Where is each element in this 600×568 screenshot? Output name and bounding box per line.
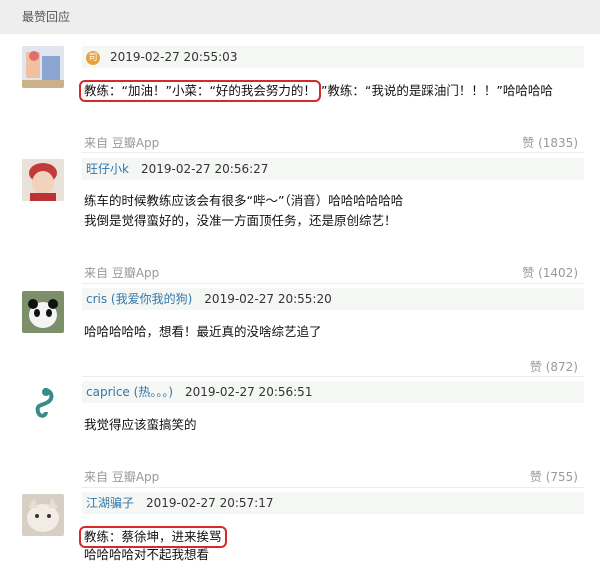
avatar[interactable] xyxy=(22,46,64,88)
comment-meta: 江湖骗子 2019-02-27 20:57:17 xyxy=(82,492,584,514)
comment-source: 来自 豆瓣App xyxy=(84,136,160,150)
comment-meta: 司 2019-02-27 20:55:03 xyxy=(82,46,584,68)
comment-text: 我觉得应该蛮搞笑的 xyxy=(84,417,197,432)
comment-text: 练车的时候教练应该会有很多“哔～”（消音）哈哈哈哈哈哈 xyxy=(84,193,404,208)
comment-text: 教练：蔡徐坤，进来挨骂 xyxy=(79,526,227,548)
avatar-image-icon xyxy=(22,494,64,536)
divider xyxy=(82,376,584,377)
comment-meta: caprice (热。。。) 2019-02-27 20:56:51 xyxy=(82,381,584,403)
comment-text-rest: ”教练：“我说的是踩油门！！！”哈哈哈哈 xyxy=(320,83,553,98)
comment-time: 2019-02-27 20:57:17 xyxy=(146,496,274,510)
section-header: 最赞回应 xyxy=(0,0,600,34)
section-title: 最赞回应 xyxy=(22,10,71,24)
avatar-image-icon xyxy=(22,159,64,201)
like-button[interactable]: 赞 (1402) xyxy=(522,264,578,281)
like-button[interactable]: 赞 (1835) xyxy=(522,134,578,151)
comment-text: 哈哈哈哈对不起我想看 xyxy=(84,547,210,562)
username-link[interactable]: 江湖骗子 xyxy=(86,496,134,510)
comment-source: 来自 豆瓣App xyxy=(84,266,160,280)
comment-time: 2019-02-27 20:56:27 xyxy=(140,162,269,176)
highlight-box: 教练：蔡徐坤，进来挨骂 xyxy=(79,526,227,548)
username-link[interactable]: cris (我爱你我的狗) xyxy=(86,292,192,306)
like-button[interactable]: 赞 (872) xyxy=(530,358,578,375)
username-link[interactable]: 旺仔小k xyxy=(86,162,129,176)
divider xyxy=(82,487,584,488)
comment-text: 教练：“加油！”小菜：“好的我会努力的！ ”教练：“我说的是踩油门！！！”哈哈哈哈 xyxy=(79,80,553,102)
comment-text-highlighted: 教练：“加油！”小菜：“好的我会努力的！ xyxy=(84,83,316,98)
comment-time: 2019-02-27 20:55:03 xyxy=(110,50,238,64)
avatar-image-icon xyxy=(22,382,64,424)
highlight-box: 教练：“加油！”小菜：“好的我会努力的！ xyxy=(79,80,321,102)
comment-text: 哈哈哈哈哈，想看！最近真的没啥综艺追了 xyxy=(84,324,322,339)
avatar[interactable] xyxy=(22,494,64,536)
comment-text: 我倒是觉得蛮好的，没准一方面顶任务，还是原创综艺！ xyxy=(84,213,397,228)
avatar-image-icon xyxy=(22,46,64,88)
comment-meta: cris (我爱你我的狗) 2019-02-27 20:55:20 xyxy=(82,288,584,310)
avatar[interactable] xyxy=(22,159,64,201)
avatar[interactable] xyxy=(22,291,64,333)
comment-time: 2019-02-27 20:55:20 xyxy=(204,292,332,306)
divider xyxy=(82,152,584,153)
avatar-image-icon xyxy=(22,291,64,333)
username-link[interactable]: caprice (热。。。) xyxy=(86,385,173,399)
comment-meta: 旺仔小k 2019-02-27 20:56:27 xyxy=(82,158,584,180)
like-button[interactable]: 赞 (755) xyxy=(530,468,578,485)
comment-text-highlighted: 教练：蔡徐坤，进来挨骂 xyxy=(84,529,222,544)
avatar[interactable] xyxy=(22,382,64,424)
user-badge-icon: 司 xyxy=(86,50,100,65)
comment-source: 来自 豆瓣App xyxy=(84,470,160,484)
comment-time: 2019-02-27 20:56:51 xyxy=(185,385,313,399)
divider xyxy=(82,283,584,284)
